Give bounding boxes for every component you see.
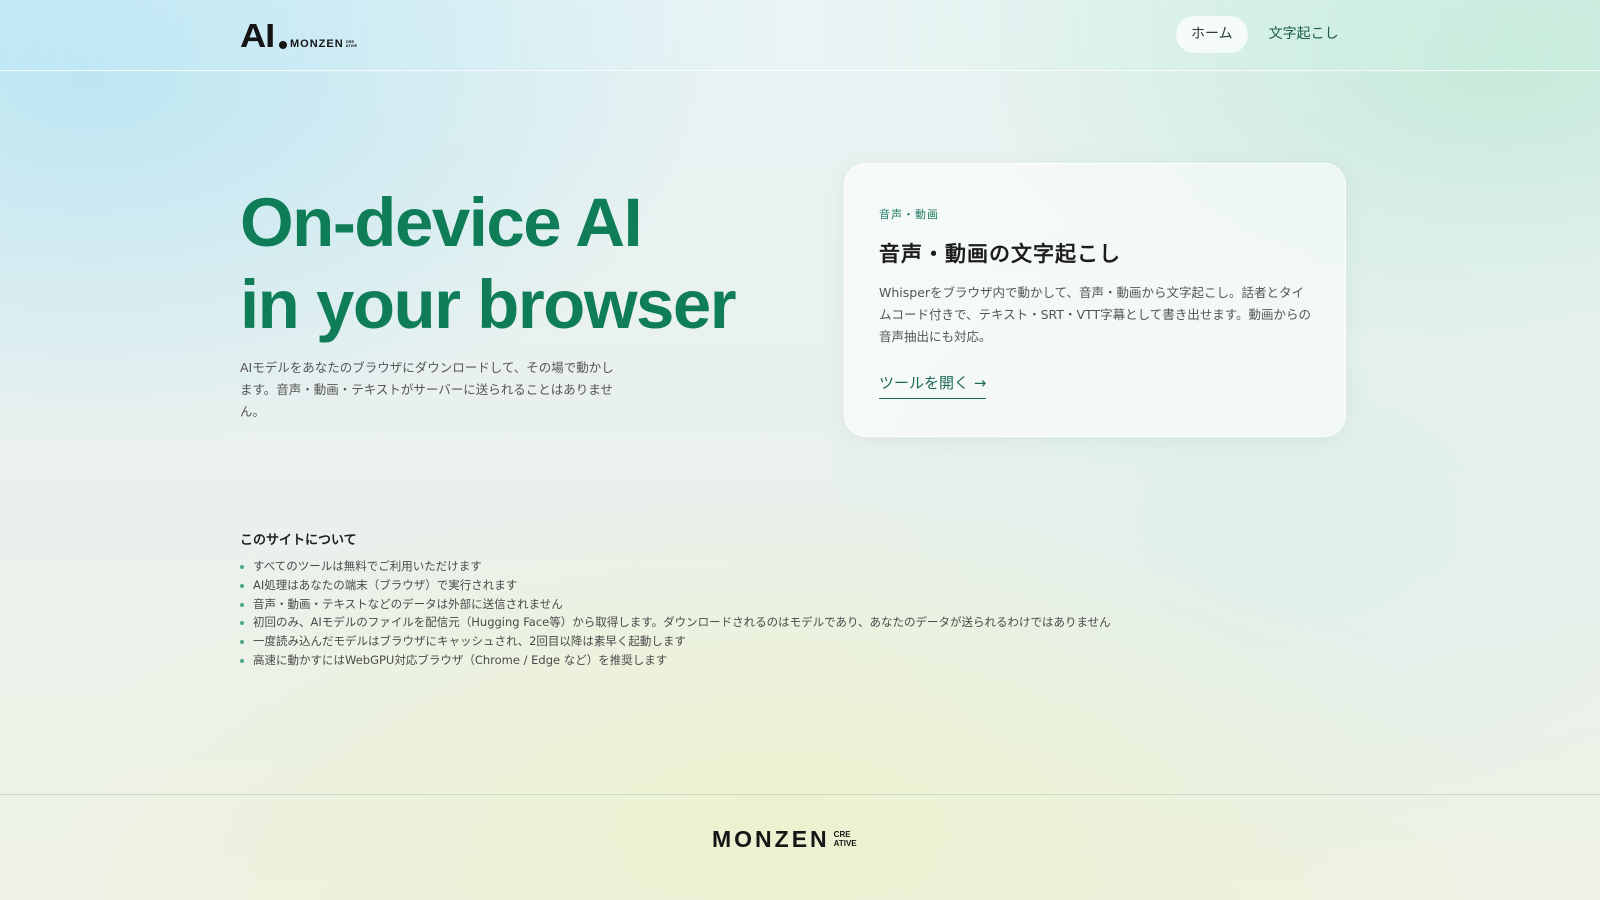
logo-creative-text: CRE ATIVE	[345, 39, 358, 48]
main-nav: ホーム 文字起こし	[1176, 16, 1354, 53]
card-title: 音声・動画の文字起こし	[879, 242, 1121, 266]
footer-logo[interactable]: MONZEN CRE ATIVE	[712, 827, 857, 851]
hero-description: AIモデルをあなたのブラウザにダウンロードして、その場で動かします。音声・動画・…	[240, 360, 614, 419]
list-item-text: AI処理はあなたの端末（ブラウザ）で実行されます	[253, 577, 518, 592]
bullet-icon	[240, 565, 244, 569]
list-item-text: 初回のみ、AIモデルのファイルを配信元（Hugging Face等）から取得しま…	[253, 615, 1111, 630]
bullet-icon	[240, 621, 244, 626]
logo-dot-icon	[279, 41, 287, 49]
list-item: 音声・動画・テキストなどのデータは外部に送信されません	[240, 595, 1111, 614]
list-item: 初回のみ、AIモデルのファイルを配信元（Hugging Face等）から取得しま…	[240, 613, 1111, 632]
site-header: AI MONZEN CRE ATIVE ホーム 文字起こし	[0, 0, 1600, 71]
bullet-icon	[240, 602, 244, 607]
open-tool-link[interactable]: ツールを開く →	[879, 372, 987, 399]
card-description: Whisperをブラウザ内で動かして、音声・動画から文字起こし。話者とタイムコー…	[879, 285, 1311, 344]
about-title: このサイトについて	[240, 533, 357, 548]
list-item: すべてのツールは無料でご利用いただけます	[240, 557, 1111, 576]
list-item-text: すべてのツールは無料でご利用いただけます	[253, 559, 482, 573]
bullet-icon	[240, 640, 244, 645]
nav-transcription-link[interactable]: 文字起こし	[1254, 16, 1354, 53]
logo-wordmark: MONZEN	[290, 38, 344, 50]
site-logo[interactable]: AI MONZEN CRE ATIVE	[240, 17, 358, 54]
list-item: 高速に動かすにはWebGPU対応ブラウザ（Chrome / Edge など）を推…	[240, 651, 1111, 670]
tool-card-transcription: 音声・動画 音声・動画の文字起こし Whisperをブラウザ内で動かして、音声・…	[844, 163, 1346, 437]
card-category: 音声・動画	[879, 208, 939, 221]
hero-title: On-device AI in your browser	[240, 182, 737, 346]
list-item-text: 一度読み込んだモデルはブラウザにキャッシュされ、2回目以降は素早く起動します	[253, 634, 686, 649]
bullet-icon	[240, 583, 244, 588]
list-item: AI処理はあなたの端末（ブラウザ）で実行されます	[240, 576, 1111, 595]
bullet-icon	[240, 658, 244, 663]
list-item-text: 高速に動かすにはWebGPU対応ブラウザ（Chrome / Edge など）を推…	[253, 652, 668, 667]
hero-title-line-2: in your browser	[240, 266, 737, 343]
hero-title-line-1: On-device AI	[240, 184, 643, 261]
about-list: すべてのツールは無料でご利用いただけます AI処理はあなたの端末（ブラウザ）で実…	[240, 557, 1111, 670]
nav-home-link[interactable]: ホーム	[1176, 16, 1248, 53]
footer-creative-text: CRE ATIVE	[833, 830, 857, 848]
list-item-text: 音声・動画・テキストなどのデータは外部に送信されません	[253, 596, 563, 611]
logo-mark: AI	[240, 17, 275, 54]
site-footer: MONZEN CRE ATIVE	[0, 794, 1600, 900]
list-item: 一度読み込んだモデルはブラウザにキャッシュされ、2回目以降は素早く起動します	[240, 632, 1111, 651]
footer-wordmark: MONZEN	[712, 826, 830, 852]
